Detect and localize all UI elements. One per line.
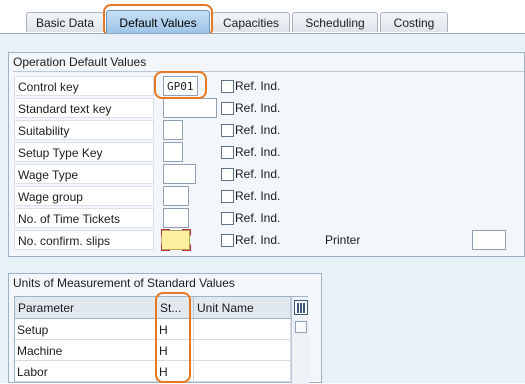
ref-ind-label: Ref. Ind. xyxy=(235,123,281,137)
tab-capacities[interactable]: Capacities xyxy=(212,12,290,32)
ref-ind-label: Ref. Ind. xyxy=(235,167,281,181)
table-cell-std-unit[interactable]: H xyxy=(157,340,194,361)
time-tickets-label: No. of Time Tickets xyxy=(14,208,154,228)
column-header-unit-name[interactable]: Unit Name xyxy=(194,297,291,319)
ref-ind-label: Ref. Ind. xyxy=(235,79,281,93)
standard-text-key-label: Standard text key xyxy=(14,98,154,118)
confirm-slips-field[interactable] xyxy=(161,230,190,250)
column-header-parameter[interactable]: Parameter xyxy=(15,297,157,319)
table-cell-unit-name xyxy=(194,319,291,340)
wage-group-label: Wage group xyxy=(14,186,154,206)
ref-ind-label: Ref. Ind. xyxy=(235,233,281,247)
table-cell-std-unit[interactable]: H xyxy=(157,319,194,340)
table-cell-std-unit[interactable]: H xyxy=(157,361,194,382)
tab-strip: Basic Data Default Values Capacities Sch… xyxy=(0,0,525,34)
column-settings-icon[interactable] xyxy=(294,300,308,315)
wage-group-ref-ind-checkbox[interactable] xyxy=(221,190,234,203)
wage-type-field[interactable] xyxy=(163,164,196,184)
wage-type-label: Wage Type xyxy=(14,164,154,184)
printer-label: Printer xyxy=(325,233,361,247)
table-cell-unit-name xyxy=(194,340,291,361)
time-tickets-field[interactable] xyxy=(163,208,189,228)
units-table: Parameter St... Unit Name Setup H Machin… xyxy=(14,296,309,384)
group-title: Units of Measurement of Standard Values xyxy=(13,276,235,290)
ref-ind-label: Ref. Ind. xyxy=(235,189,281,203)
control-key-ref-ind-checkbox[interactable] xyxy=(221,80,234,93)
table-cell-unit-name xyxy=(194,361,291,382)
tab-scheduling[interactable]: Scheduling xyxy=(292,12,378,32)
confirm-slips-label: No. confirm. slips xyxy=(14,230,154,250)
suitability-ref-ind-checkbox[interactable] xyxy=(221,124,234,137)
table-row-param: Labor xyxy=(15,361,157,382)
wage-group-field[interactable] xyxy=(163,186,189,206)
tab-costing[interactable]: Costing xyxy=(380,12,448,32)
wage-type-ref-ind-checkbox[interactable] xyxy=(221,168,234,181)
time-tickets-ref-ind-checkbox[interactable] xyxy=(221,212,234,225)
scroll-thumb[interactable] xyxy=(295,321,307,333)
column-header-std-unit[interactable]: St... xyxy=(157,297,194,319)
tab-basic-data[interactable]: Basic Data xyxy=(26,12,104,32)
standard-text-key-ref-ind-checkbox[interactable] xyxy=(221,102,234,115)
setup-type-key-ref-ind-checkbox[interactable] xyxy=(221,146,234,159)
printer-field[interactable] xyxy=(472,230,506,250)
suitability-label: Suitability xyxy=(14,120,154,140)
ref-ind-label: Ref. Ind. xyxy=(235,101,281,115)
standard-text-key-field[interactable] xyxy=(163,98,217,118)
group-title: Operation Default Values xyxy=(13,55,147,69)
table-scrollbar[interactable] xyxy=(291,297,309,384)
ref-ind-label: Ref. Ind. xyxy=(235,145,281,159)
control-key-label: Control key xyxy=(14,76,154,96)
table-row-param: Machine xyxy=(15,340,157,361)
setup-type-key-label: Setup Type Key xyxy=(14,142,154,162)
tab-default-values[interactable]: Default Values xyxy=(106,10,210,34)
setup-type-key-field[interactable] xyxy=(163,142,183,162)
table-row-param: Setup xyxy=(15,319,157,340)
control-key-field[interactable]: GP01 xyxy=(163,76,198,96)
suitability-field[interactable] xyxy=(163,120,183,140)
ref-ind-label: Ref. Ind. xyxy=(235,211,281,225)
confirm-slips-ref-ind-checkbox[interactable] xyxy=(221,234,234,247)
